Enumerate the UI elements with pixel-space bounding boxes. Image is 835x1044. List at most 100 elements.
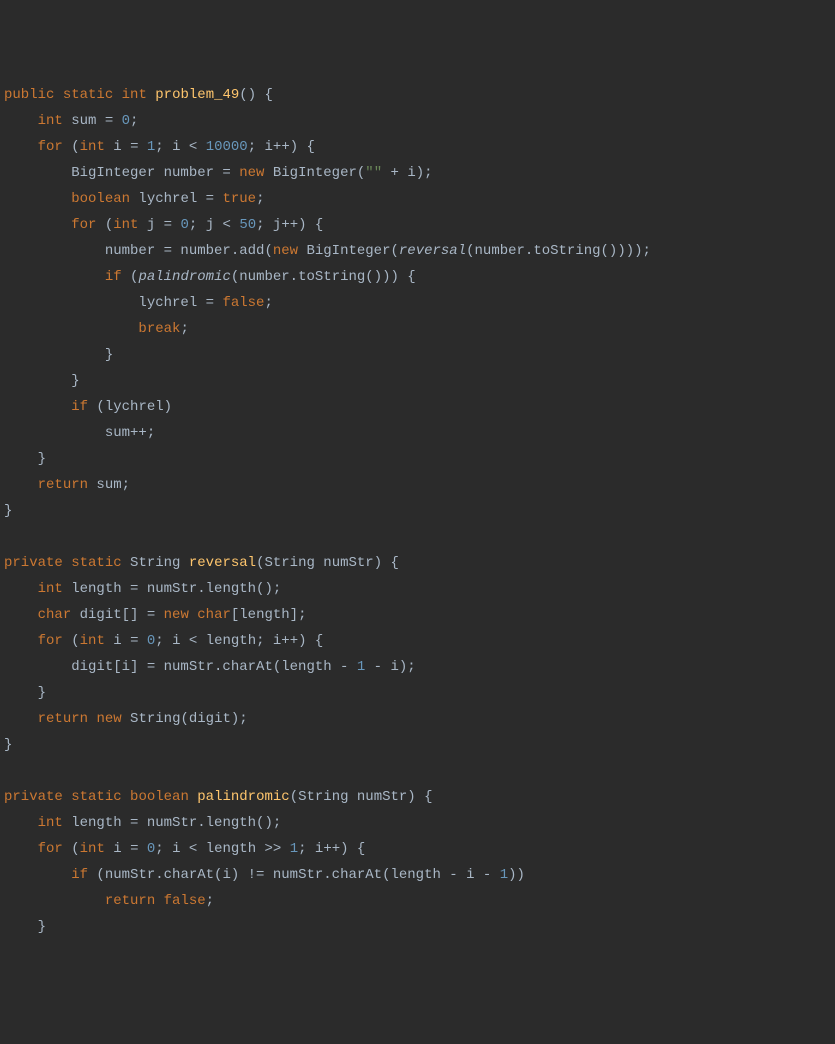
token-k: for [38,633,63,649]
code-line[interactable]: for (int j = 0; j < 50; j++) { [4,212,835,238]
token-k: if [71,867,88,883]
token-num: 1 [290,841,298,857]
code-line[interactable]: return sum; [4,472,835,498]
token-p [63,789,71,805]
token-p: } [4,685,46,701]
token-p [113,87,121,103]
token-k: static [63,87,113,103]
token-num: 10000 [206,139,248,155]
token-p [4,321,138,337]
token-p [4,477,38,493]
code-line[interactable] [4,758,835,784]
code-line[interactable]: } [4,368,835,394]
token-p [4,893,105,909]
code-line[interactable]: } [4,914,835,940]
token-k: for [38,139,63,155]
token-p: sum = [63,113,122,129]
code-line[interactable]: digit[i] = numStr.charAt(length - 1 - i)… [4,654,835,680]
token-p: ( [63,139,80,155]
code-line[interactable]: if (lychrel) [4,394,835,420]
token-p: number = number.add( [4,243,273,259]
code-line[interactable]: int sum = 0; [4,108,835,134]
token-p: sum; [88,477,130,493]
token-ty: int [80,139,105,155]
code-line[interactable]: sum++; [4,420,835,446]
token-p: i = [105,139,147,155]
token-k: public [4,87,54,103]
code-line[interactable]: for (int i = 0; i < length >> 1; i++) { [4,836,835,862]
token-p: (String numStr) { [256,555,399,571]
token-p: ; j++) { [256,217,323,233]
code-line[interactable]: return false; [4,888,835,914]
code-line[interactable]: int length = numStr.length(); [4,810,835,836]
token-p: digit[i] = numStr.charAt(length - [4,659,357,675]
token-num: 0 [122,113,130,129]
code-line[interactable]: public static int problem_49() { [4,82,835,108]
token-p: } [4,919,46,935]
token-p: String [122,555,189,571]
token-p [189,789,197,805]
code-line[interactable]: private static boolean palindromic(Strin… [4,784,835,810]
token-p [4,581,38,597]
token-p: sum++; [4,425,155,441]
token-p [4,269,105,285]
token-p [4,191,71,207]
token-ty: int [80,633,105,649]
code-line[interactable]: } [4,680,835,706]
token-k: return [105,893,155,909]
token-p [122,789,130,805]
token-p: String(digit); [122,711,248,727]
code-line[interactable] [4,524,835,550]
token-p [4,815,38,831]
token-p: BigInteger( [298,243,399,259]
token-p: j = [138,217,180,233]
code-line[interactable]: if (palindromic(number.toString())) { [4,264,835,290]
token-k: static [71,789,121,805]
token-p: (lychrel) [88,399,172,415]
token-p: () [239,87,256,103]
token-p [4,711,38,727]
token-k: new [96,711,121,727]
code-line[interactable]: } [4,342,835,368]
code-line[interactable]: lychrel = false; [4,290,835,316]
token-k: return [38,711,88,727]
token-fn: problem_49 [155,87,239,103]
token-p: ( [122,269,139,285]
code-line[interactable]: private static String reversal(String nu… [4,550,835,576]
code-line[interactable]: if (numStr.charAt(i) != numStr.charAt(le… [4,862,835,888]
token-k: for [38,841,63,857]
code-line[interactable]: boolean lychrel = true; [4,186,835,212]
token-k: false [222,295,264,311]
code-line[interactable]: int length = numStr.length(); [4,576,835,602]
code-line[interactable]: char digit[] = new char[length]; [4,602,835,628]
code-line[interactable]: number = number.add(new BigInteger(rever… [4,238,835,264]
token-p: ; i < length >> [155,841,289,857]
code-line[interactable]: break; [4,316,835,342]
token-p: ; [206,893,214,909]
code-line[interactable]: for (int i = 0; i < length; i++) { [4,628,835,654]
code-line[interactable]: } [4,446,835,472]
token-it: reversal [399,243,466,259]
token-p [4,867,71,883]
token-k: true [222,191,256,207]
token-ty: boolean [130,789,189,805]
token-k: private [4,555,63,571]
code-line[interactable]: } [4,732,835,758]
token-p: ( [63,841,80,857]
token-num: 0 [180,217,188,233]
token-k: new [273,243,298,259]
code-editor[interactable]: public static int problem_49() { int sum… [4,82,835,940]
token-p: } [4,503,12,519]
token-p: lychrel = [4,295,222,311]
code-line[interactable]: BigInteger number = new BigInteger("" + … [4,160,835,186]
code-line[interactable]: for (int i = 1; i < 10000; i++) { [4,134,835,160]
token-p: ; [180,321,188,337]
token-num: 1 [357,659,365,675]
token-p: i = [105,841,147,857]
code-line[interactable]: return new String(digit); [4,706,835,732]
token-p: - i); [365,659,415,675]
token-p: ; [130,113,138,129]
token-p [54,87,62,103]
token-p: [length]; [231,607,307,623]
code-line[interactable]: } [4,498,835,524]
